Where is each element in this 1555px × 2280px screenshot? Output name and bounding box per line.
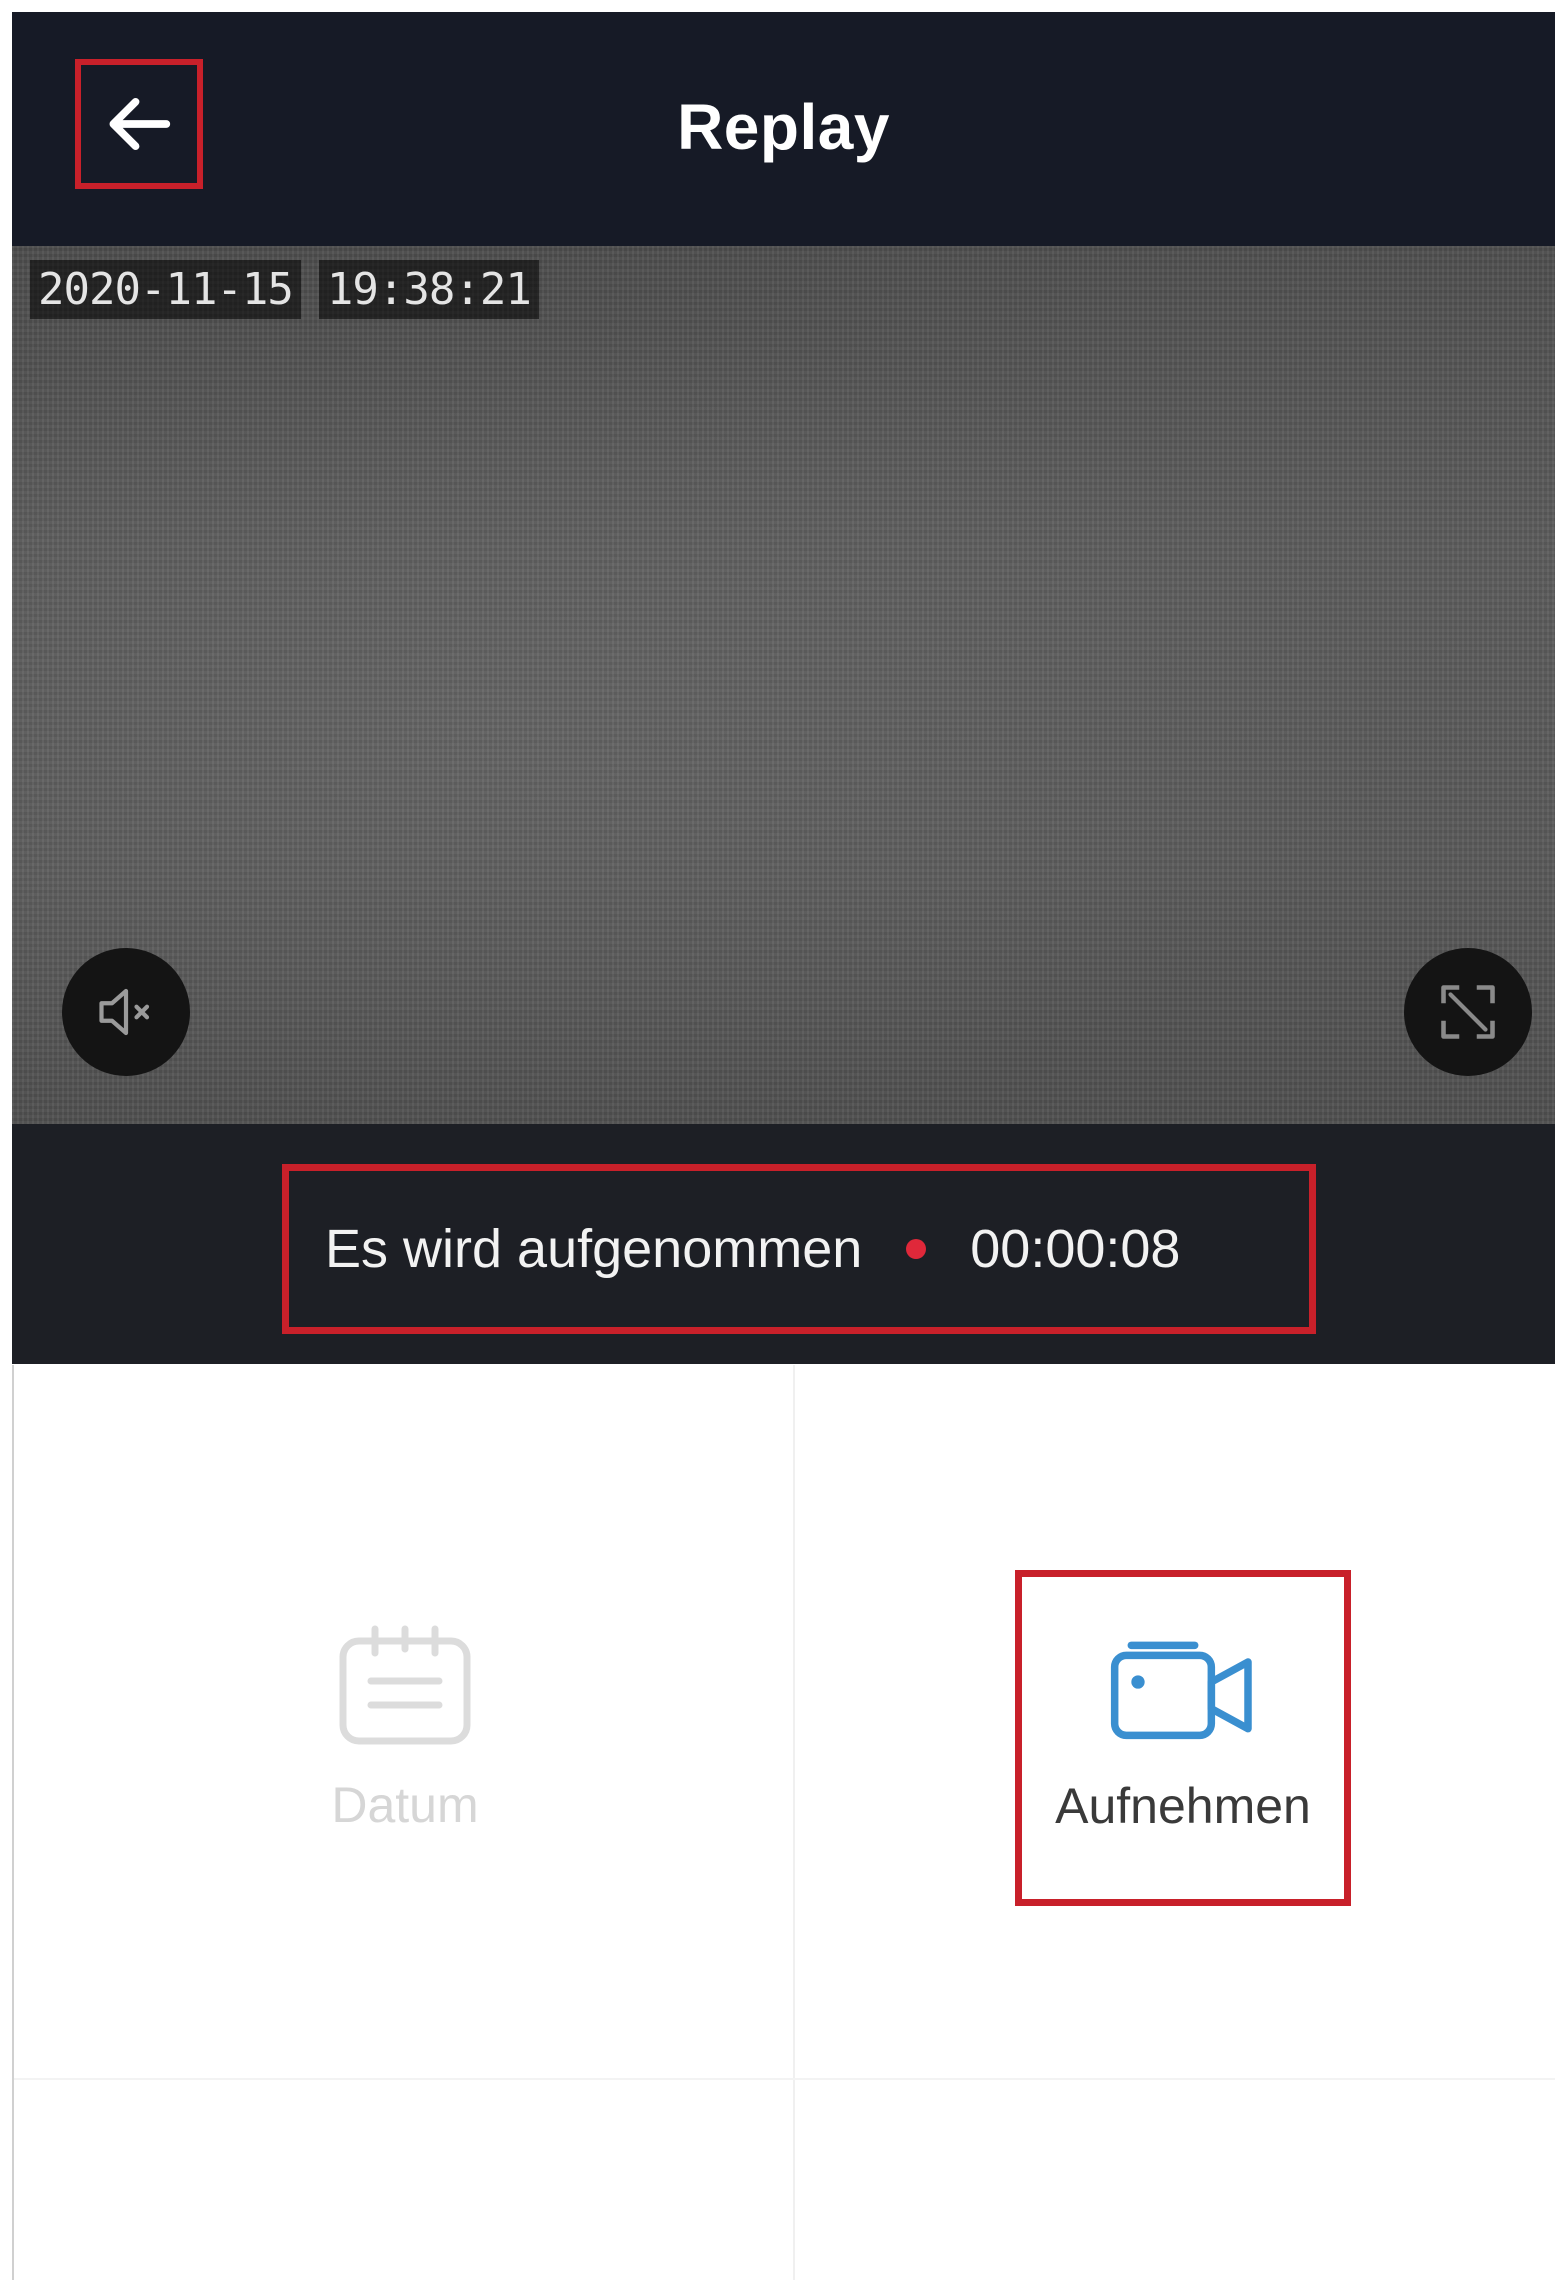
page-title: Replay <box>677 91 890 163</box>
osd-time: 19:38:21 <box>318 260 539 319</box>
fullscreen-button[interactable] <box>1404 948 1532 1076</box>
fullscreen-icon <box>1441 985 1495 1039</box>
calendar-icon <box>339 1625 471 1745</box>
record-button[interactable]: Aufnehmen <box>1015 1570 1351 1906</box>
video-camera-icon <box>1110 1641 1252 1740</box>
recording-status-text: Es wird aufgenommen <box>325 1219 863 1279</box>
osd-date: 2020-11-15 <box>30 260 301 319</box>
recording-dot-icon <box>906 1239 927 1259</box>
date-button[interactable]: Datum <box>290 1620 520 1834</box>
recording-indicator: Es wird aufgenommen 00:00:08 <box>282 1164 1316 1334</box>
recording-timer: 00:00:08 <box>970 1219 1181 1279</box>
panel-divider-vertical <box>793 1365 795 2280</box>
panel-divider-horizontal <box>14 2078 1555 2080</box>
record-label: Aufnehmen <box>1055 1778 1311 1834</box>
video-frame <box>12 246 1555 1124</box>
video-player[interactable]: 2020-11-15 19:38:21 <box>12 246 1555 1124</box>
timestamp-overlay: 2020-11-15 19:38:21 <box>30 260 539 319</box>
frame-border <box>12 1365 14 2280</box>
speaker-muted-icon <box>99 988 150 1036</box>
mute-button[interactable] <box>62 948 190 1076</box>
top-bar: Replay <box>12 12 1555 246</box>
date-label: Datum <box>331 1777 479 1833</box>
recording-status-bar: Es wird aufgenommen 00:00:08 <box>12 1124 1555 1364</box>
